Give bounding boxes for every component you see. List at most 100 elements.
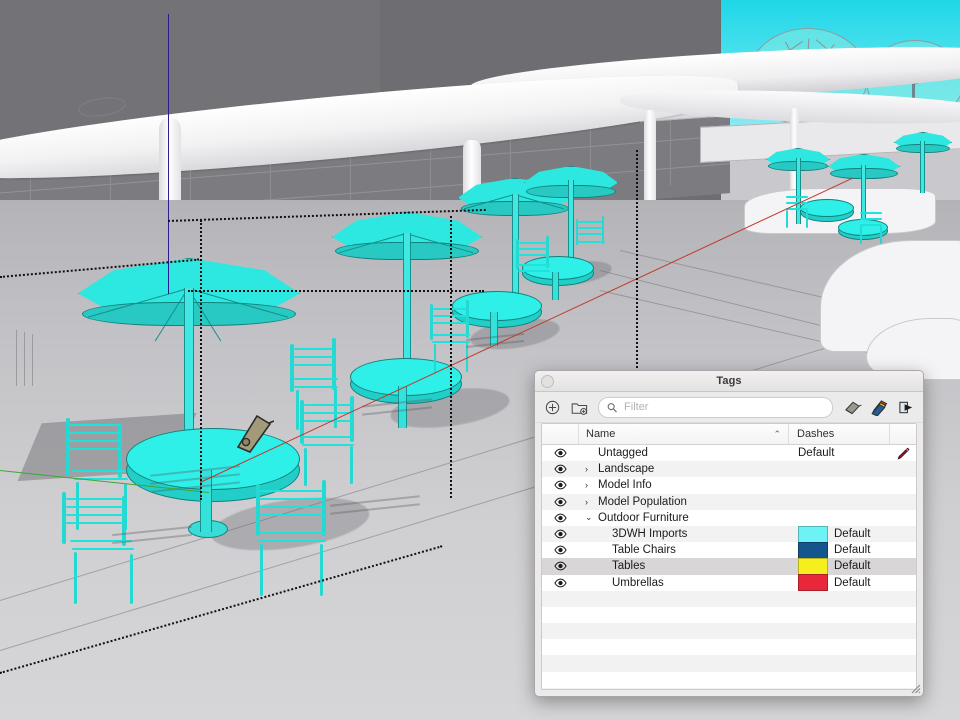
tag-name-cell[interactable]: › Landscape — [578, 463, 798, 475]
visibility-eye-icon[interactable] — [542, 513, 578, 523]
empty-row — [542, 639, 916, 655]
visibility-eye-icon[interactable] — [542, 578, 578, 588]
empty-row — [542, 623, 916, 640]
tag-name-cell[interactable]: ⌄ Outdoor Furniture — [578, 512, 798, 524]
panel-title: Tags — [716, 375, 742, 387]
arrow-out-box-icon — [898, 401, 912, 413]
fence-post — [24, 332, 25, 386]
visibility-eye-icon[interactable] — [542, 561, 578, 571]
table-row[interactable]: › Model Info — [542, 477, 916, 493]
tags-column-header: Name ⌃ Dashes — [542, 424, 916, 445]
dashes-cell[interactable]: Default — [798, 574, 890, 592]
chevron-down-icon[interactable]: ⌄ — [585, 512, 594, 523]
visibility-eye-icon[interactable] — [542, 497, 578, 507]
tag-color-swatch[interactable] — [798, 525, 828, 543]
visibility-eye-icon[interactable] — [542, 464, 578, 474]
pencil-icon[interactable] — [896, 447, 910, 460]
column-visibility — [542, 424, 579, 444]
filter-search-box[interactable] — [598, 396, 833, 418]
sort-ascending-icon: ⌃ — [773, 428, 781, 439]
panel-resize-grip[interactable] — [908, 681, 921, 694]
column-name[interactable]: Name ⌃ — [579, 424, 789, 444]
tag-name-label: Landscape — [598, 463, 655, 476]
tag-color-swatch[interactable] — [798, 557, 828, 575]
dash-style-label: Default — [834, 528, 871, 541]
details-flyout-button[interactable] — [896, 397, 916, 417]
filter-input[interactable] — [622, 400, 824, 414]
table-row[interactable]: › Landscape — [542, 461, 916, 478]
add-tag-folder-button[interactable] — [569, 397, 589, 417]
tag-name-label: Model Population — [598, 495, 687, 508]
visibility-eye-icon[interactable] — [542, 480, 578, 490]
dash-style-label: Default — [834, 560, 871, 573]
selection-bbox-edge — [200, 220, 202, 500]
table-row[interactable]: 3DWH Imports Default — [542, 525, 916, 543]
row-action-cell[interactable] — [890, 447, 916, 460]
panel-toolbar — [535, 392, 923, 423]
tag-tool-cursor — [236, 414, 274, 453]
add-tag-button[interactable] — [542, 397, 562, 417]
empty-row — [542, 672, 916, 688]
table-row[interactable]: Tables Default — [542, 557, 916, 575]
table-row[interactable]: Untagged Default — [542, 445, 916, 461]
tags-row-container[interactable]: Untagged Default › Landscape › Model Info › Mod… — [542, 445, 916, 689]
fence-post — [32, 334, 33, 386]
panel-titlebar[interactable]: Tags — [535, 371, 923, 392]
tag-name-cell[interactable]: Untagged — [578, 447, 798, 459]
tags-panel[interactable]: Tags Filter Name ⌃ Dashes Untagged Defau… — [534, 370, 924, 697]
column-dashes-label: Dashes — [797, 428, 835, 440]
column-dashes[interactable]: Dashes — [789, 424, 890, 444]
tag-name-label: Table Chairs — [612, 544, 676, 557]
tag-name-label: Model Info — [598, 479, 652, 492]
tag-name-label: 3DWH Imports — [612, 528, 688, 541]
dashes-cell[interactable]: Default — [798, 447, 890, 459]
table-row[interactable]: Table Chairs Default — [542, 541, 916, 559]
table-row[interactable]: Umbrellas Default — [542, 574, 916, 592]
dash-style-label: Default — [834, 544, 871, 557]
dash-style-label: Default — [834, 576, 871, 589]
empty-row — [542, 655, 916, 672]
fence-post — [16, 330, 17, 386]
tag-name-label: Tables — [612, 560, 646, 573]
dash-style-label: Default — [798, 447, 835, 460]
eraser-icon — [844, 401, 862, 414]
chevron-right-icon[interactable]: › — [585, 464, 594, 474]
table-row[interactable]: › Model Population — [542, 493, 916, 510]
color-by-tag-button[interactable] — [869, 397, 889, 417]
visibility-eye-icon[interactable] — [542, 545, 578, 555]
folder-plus-icon — [571, 402, 587, 415]
tag-name-cell[interactable]: Tables — [578, 560, 798, 572]
blue-axis — [168, 14, 169, 294]
empty-row — [542, 590, 916, 607]
chevron-right-icon[interactable]: › — [585, 480, 594, 490]
tag-name-label: Untagged — [598, 447, 648, 460]
dashes-cell[interactable]: Default — [798, 541, 890, 559]
visibility-eye-icon[interactable] — [542, 529, 578, 539]
selection-bbox-edge — [450, 216, 452, 498]
dashes-cell[interactable]: Default — [798, 525, 890, 543]
selection-bbox-edge — [188, 290, 484, 292]
dashes-cell[interactable]: Default — [798, 557, 890, 575]
tag-name-cell[interactable]: 3DWH Imports — [578, 528, 798, 540]
chevron-right-icon[interactable]: › — [585, 497, 594, 507]
sketchup-window: Tags Filter Name ⌃ Dashes Untagged Defau… — [0, 0, 960, 720]
color-layers-icon — [870, 400, 887, 416]
tag-color-swatch[interactable] — [798, 574, 828, 592]
empty-row — [542, 607, 916, 623]
search-icon — [607, 402, 617, 412]
tag-color-swatch[interactable] — [798, 541, 828, 559]
table-row[interactable]: ⌄ Outdoor Furniture — [542, 510, 916, 526]
plus-circle-icon — [545, 400, 559, 414]
tag-name-cell[interactable]: Table Chairs — [578, 544, 798, 556]
tag-name-label: Outdoor Furniture — [598, 511, 689, 524]
visibility-eye-icon[interactable] — [542, 448, 578, 458]
empty-row — [542, 687, 916, 689]
tag-name-label: Umbrellas — [612, 576, 664, 589]
tag-name-cell[interactable]: › Model Population — [578, 496, 798, 508]
tags-list[interactable]: Name ⌃ Dashes Untagged Default › Landscape ›… — [541, 423, 917, 690]
tag-name-cell[interactable]: › Model Info — [578, 479, 798, 491]
column-spacer — [890, 424, 916, 444]
eraser-tool-button[interactable] — [842, 397, 862, 417]
tag-name-cell[interactable]: Umbrellas — [578, 577, 798, 589]
column-name-label: Name — [586, 428, 616, 440]
